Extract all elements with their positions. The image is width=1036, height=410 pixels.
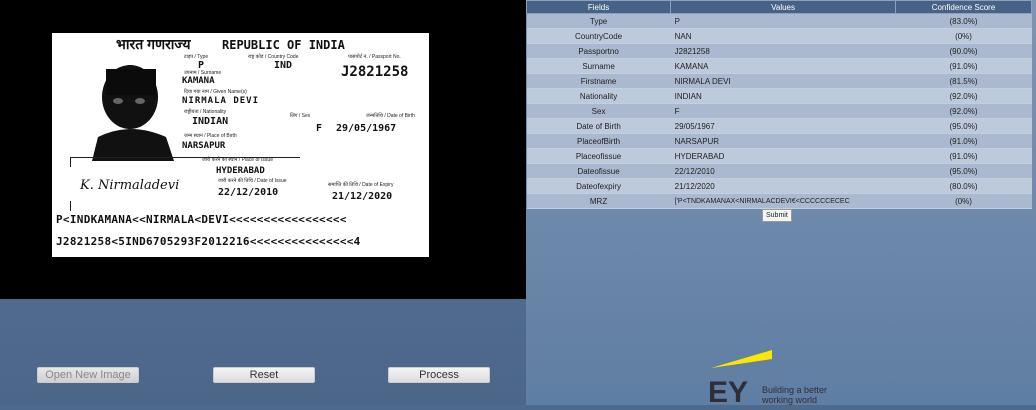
submit-button[interactable]: Submit	[762, 209, 792, 222]
field-cell: CountryCode	[526, 28, 671, 44]
doi-caption: जारी करने की तिथि / Date of Issue	[218, 178, 287, 184]
passport-country: IND	[274, 60, 293, 71]
poi-caption: जारी करने का स्थान / Place of Issue	[202, 157, 273, 163]
table-row: Type P (83.0%)	[526, 13, 1032, 29]
value-cell[interactable]: F	[670, 103, 896, 119]
ey-beam-icon	[711, 350, 772, 368]
value-cell[interactable]: 21/12/2020	[670, 178, 896, 194]
score-cell: (91.0%)	[895, 148, 1032, 164]
table-row: Firstname NIRMALA DEVI (81.5%)	[526, 73, 1032, 89]
field-cell: Surname	[526, 58, 671, 74]
passport-sex: F	[316, 123, 323, 134]
passport-surname: KAMANA	[182, 76, 215, 86]
score-cell: (0%)	[895, 28, 1032, 44]
mrz-line-2: J2821258<5IND6705293F2012216<<<<<<<<<<<<…	[56, 235, 361, 248]
score-cell: (81.5%)	[895, 73, 1032, 89]
type-caption: टाइप / Type	[184, 54, 209, 60]
sex-caption: लिंग / Sex	[290, 113, 311, 119]
open-new-image-button[interactable]: Open New Image	[37, 367, 139, 383]
score-cell: (91.0%)	[895, 133, 1032, 149]
field-cell: Dateofissue	[526, 163, 671, 179]
value-cell[interactable]: NAN	[670, 28, 896, 44]
given-caption: दिया गया नाम / Given Name(s)	[184, 89, 247, 95]
doe-caption: समाप्ति की तिथि / Date of Expiry	[328, 182, 394, 188]
table-row: Date of Birth 29/05/1967 (95.0%)	[526, 118, 1032, 134]
field-cell: Dateofexpiry	[526, 178, 671, 194]
signature: K. Nirmaladevi	[80, 178, 180, 193]
passport-poi: HYDERABAD	[216, 166, 265, 176]
value-cell[interactable]: 29/05/1967	[670, 118, 896, 134]
score-cell: (95.0%)	[895, 163, 1032, 179]
header-values: Values	[670, 0, 897, 14]
score-cell: (92.0%)	[895, 88, 1032, 104]
field-cell: Date of Birth	[526, 118, 671, 134]
field-cell: Type	[526, 13, 671, 29]
value-cell[interactable]: KAMANA	[670, 58, 896, 74]
field-cell: Nationality	[526, 88, 671, 104]
reset-button[interactable]: Reset	[213, 367, 315, 383]
score-cell: (91.0%)	[895, 58, 1032, 74]
passport-title: REPUBLIC OF INDIA	[222, 38, 345, 52]
score-cell: (80.0%)	[895, 178, 1032, 194]
field-cell: Passportno	[526, 43, 671, 59]
value-cell[interactable]: HYDERABAD	[670, 148, 896, 164]
field-cell: Sex	[526, 103, 671, 119]
value-cell[interactable]: NIRMALA DEVI	[670, 73, 896, 89]
passport-no-caption: पासपोर्ट नं. / Passport No.	[348, 54, 401, 60]
passport-number: J2821258	[341, 64, 409, 80]
mrz-line-1: P<INDKAMANA<<NIRMALA<DEVI<<<<<<<<<<<<<<<…	[56, 213, 347, 226]
score-cell: (92.0%)	[895, 103, 1032, 119]
header-fields: Fields	[525, 0, 672, 14]
passport-photo	[88, 51, 182, 161]
table-row: CountryCode NAN (0%)	[526, 28, 1032, 44]
passport-given-name: NIRMALA DEVI	[182, 96, 260, 106]
table-row: Sex F (92.0%)	[526, 103, 1032, 119]
field-cell: Firstname	[526, 73, 671, 89]
passport-pob: NARSAPUR	[182, 141, 226, 151]
table-row: Nationality INDIAN (92.0%)	[526, 88, 1032, 104]
table-row: Dateofexpiry 21/12/2020 (80.0%)	[526, 178, 1032, 194]
ey-brand: EY	[708, 376, 748, 405]
value-cell[interactable]: J2821258	[670, 43, 896, 59]
process-button[interactable]: Process	[388, 367, 490, 383]
passport-doi: 22/12/2010	[218, 187, 279, 198]
mrz-value-cell[interactable]: ['P<TNDKAMANAX<NIRMALACDEVI€<CCCCCCECEC	[670, 193, 896, 209]
score-cell: (90.0%)	[895, 43, 1032, 59]
score-cell: (0%)	[895, 193, 1032, 209]
table-header-row: Fields Values Confidence Score	[525, 0, 1032, 14]
table-row: Dateofissue 22/12/2010 (95.0%)	[526, 163, 1032, 179]
ey-tagline-1: Building a better	[762, 385, 827, 395]
image-viewer: भारत गणराज्य REPUBLIC OF INDIA टाइप / Ty…	[0, 0, 526, 299]
table-row: MRZ ['P<TNDKAMANAX<NIRMALACDEVI€<CCCCCCE…	[526, 193, 1032, 209]
dob-caption: जन्मतिथि / Date of Birth	[366, 113, 415, 119]
score-cell: (83.0%)	[895, 13, 1032, 29]
field-cell: Placeofissue	[526, 148, 671, 164]
field-cell: PlaceofBirth	[526, 133, 671, 149]
table-row: Surname KAMANA (91.0%)	[526, 58, 1032, 74]
passport-doe: 21/12/2020	[332, 191, 393, 202]
value-cell[interactable]: NARSAPUR	[670, 133, 896, 149]
table-row: Passportno J2821258 (90.0%)	[526, 43, 1032, 59]
results-panel: Fields Values Confidence Score Type P (8…	[525, 0, 1036, 409]
nationality-caption: राष्ट्रीयता / Nationality	[184, 109, 227, 115]
passport-nationality: INDIAN	[192, 116, 229, 127]
value-cell[interactable]: 22/12/2010	[670, 163, 896, 179]
header-confidence: Confidence Score	[895, 0, 1032, 14]
value-cell[interactable]: P	[670, 13, 896, 29]
pob-caption: जन्म स्थान / Place of Birth	[184, 133, 237, 139]
left-panel: भारत गणराज्य REPUBLIC OF INDIA टाइप / Ty…	[0, 0, 526, 405]
table-row: Placeofissue HYDERABAD (91.0%)	[526, 148, 1032, 164]
passport-dob: 29/05/1967	[336, 123, 397, 134]
score-cell: (95.0%)	[895, 118, 1032, 134]
value-cell[interactable]: INDIAN	[670, 88, 896, 104]
passport-image: भारत गणराज्य REPUBLIC OF INDIA टाइप / Ty…	[52, 33, 429, 257]
table-row: PlaceofBirth NARSAPUR (91.0%)	[526, 133, 1032, 149]
ey-logo: EY Building a better working world	[706, 350, 866, 409]
ey-tagline-2: working world	[761, 395, 817, 405]
field-cell: MRZ	[526, 193, 671, 209]
results-table: Fields Values Confidence Score Type P (8…	[525, 0, 1032, 209]
